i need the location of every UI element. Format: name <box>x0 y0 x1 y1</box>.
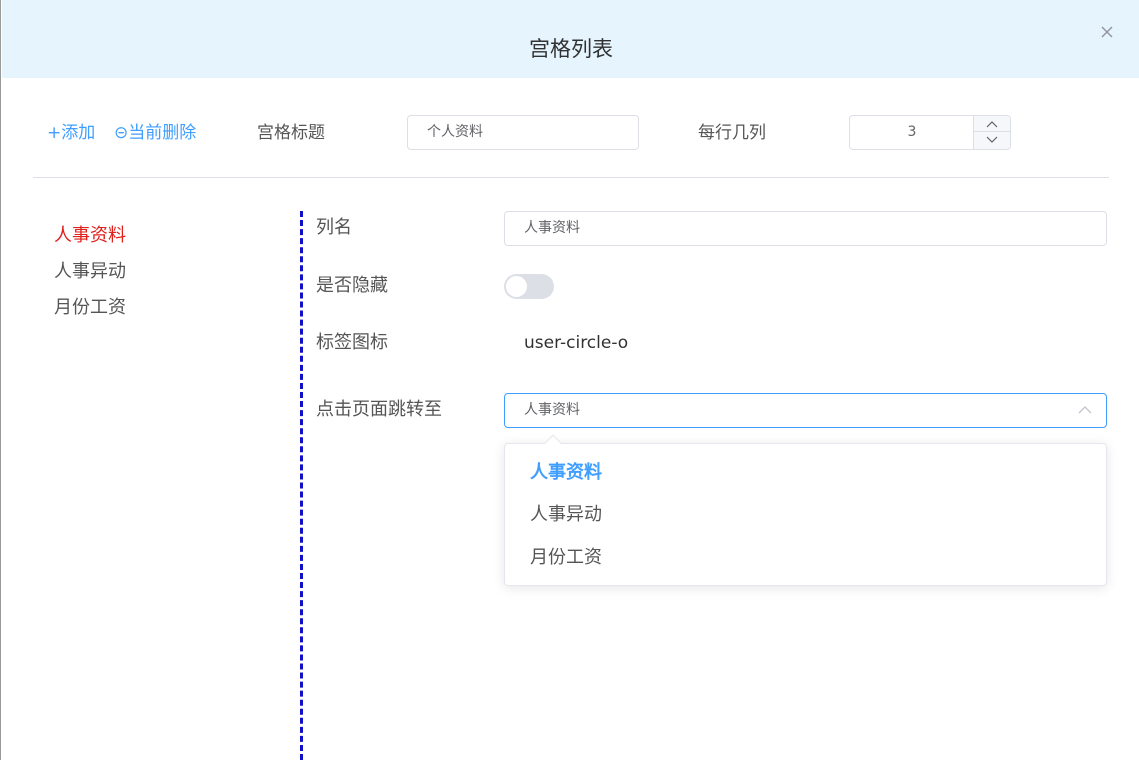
toolbar: +添加 ⊝当前删除 宫格标题 个人资料 每行几列 3 <box>1 113 1139 153</box>
chevron-down-icon <box>986 136 998 143</box>
col-name-label: 列名 <box>316 217 352 238</box>
list-item[interactable]: 人事异动 <box>54 254 126 290</box>
chevron-up-icon <box>986 120 998 127</box>
jump-select-value: 人事资料 <box>524 402 580 418</box>
jump-select[interactable]: 人事资料 <box>504 393 1107 428</box>
columns-value[interactable]: 3 <box>850 116 974 149</box>
list-item[interactable]: 人事资料 <box>54 218 126 254</box>
decrement-button[interactable] <box>974 132 1010 148</box>
grid-title-input[interactable]: 个人资料 <box>407 115 639 150</box>
tag-icon-value: user-circle-o <box>524 333 629 353</box>
add-button[interactable]: +添加 <box>47 122 95 144</box>
hidden-label: 是否隐藏 <box>316 275 388 296</box>
jump-dropdown: 人事资料 人事异动 月份工资 <box>504 434 1107 586</box>
grid-title-label: 宫格标题 <box>257 123 325 143</box>
close-icon[interactable] <box>1100 25 1114 39</box>
col-name-input[interactable]: 人事资料 <box>504 211 1107 246</box>
stepper-controls <box>973 116 1010 149</box>
dropdown-option[interactable]: 月份工资 <box>530 545 602 571</box>
tag-icon-label: 标签图标 <box>316 332 388 353</box>
dialog: 宫格列表 +添加 ⊝当前删除 宫格标题 个人资料 每行几列 3 人事资料 人事异… <box>0 0 1139 760</box>
hidden-toggle[interactable] <box>504 274 554 299</box>
dialog-header: 宫格列表 <box>2 0 1139 78</box>
delete-current-button[interactable]: ⊝当前删除 <box>114 122 196 144</box>
dialog-title: 宫格列表 <box>529 37 613 61</box>
list-item[interactable]: 月份工资 <box>54 290 126 326</box>
grid-item-list: 人事资料 人事异动 月份工资 <box>54 218 126 326</box>
toggle-knob <box>506 276 527 297</box>
columns-label: 每行几列 <box>698 123 766 143</box>
divider <box>33 177 1109 178</box>
dropdown-option[interactable]: 人事资料 <box>530 460 602 486</box>
columns-stepper[interactable]: 3 <box>849 115 1011 150</box>
increment-button[interactable] <box>974 116 1010 132</box>
dropdown-option[interactable]: 人事异动 <box>530 502 602 528</box>
dropdown-caret <box>544 434 562 452</box>
dashed-separator <box>300 211 303 760</box>
chevron-up-icon <box>1078 406 1092 414</box>
jump-label: 点击页面跳转至 <box>316 399 442 420</box>
